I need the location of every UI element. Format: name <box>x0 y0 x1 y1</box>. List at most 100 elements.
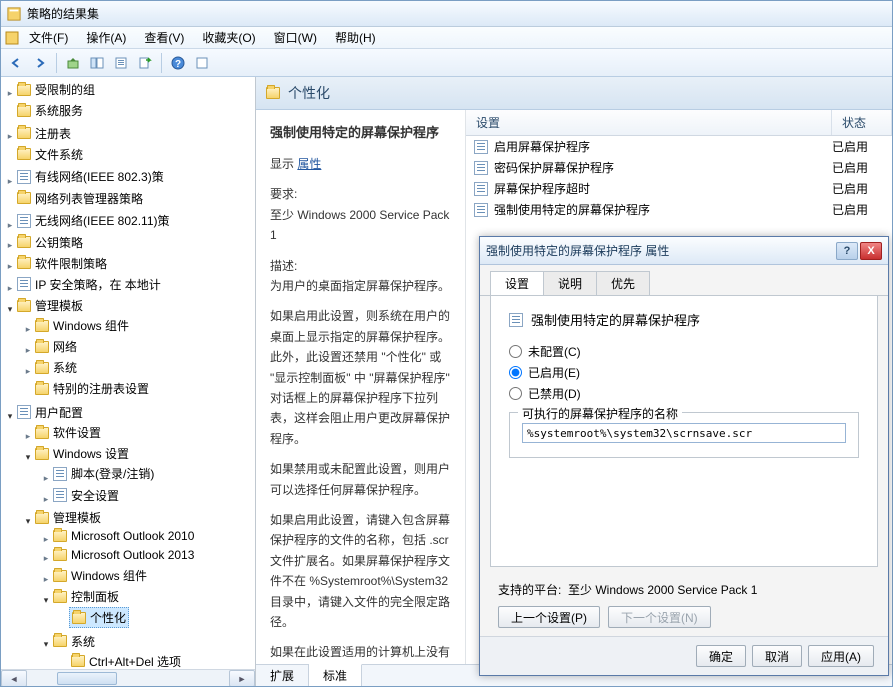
dialog-titlebar[interactable]: 强制使用特定的屏幕保护程序 属性 ? X <box>480 237 888 265</box>
menu-action[interactable]: 操作(A) <box>78 27 134 48</box>
scroll-left-button[interactable]: ◄ <box>1 670 27 686</box>
policy-icon <box>474 140 488 154</box>
dialog-close-button[interactable]: X <box>860 242 882 260</box>
tree-item[interactable]: 管理模板 <box>35 297 83 314</box>
tree-horizontal-scrollbar[interactable]: ◄ ► <box>1 669 255 686</box>
description-p1: 为用户的桌面指定屏幕保护程序。 <box>270 279 450 293</box>
tree-item[interactable]: Microsoft Outlook 2013 <box>71 548 194 562</box>
folder-icon <box>266 87 280 99</box>
refresh-button[interactable] <box>191 52 213 74</box>
tab-standard[interactable]: 标准 <box>309 664 362 686</box>
dialog-footer: 确定 取消 应用(A) <box>480 636 888 675</box>
scroll-right-button[interactable]: ► <box>229 670 255 686</box>
tree-item[interactable]: 系统服务 <box>35 102 83 119</box>
svg-text:?: ? <box>175 59 181 70</box>
back-button[interactable] <box>5 52 27 74</box>
tree-item[interactable]: 注册表 <box>35 125 71 142</box>
menu-favorites[interactable]: 收藏夹(O) <box>194 27 263 48</box>
list-row[interactable]: 密码保护屏幕保护程序已启用 <box>466 157 892 178</box>
export-button[interactable] <box>134 52 156 74</box>
next-setting-button: 下一个设置(N) <box>608 606 711 628</box>
tree-item[interactable]: 有线网络(IEEE 802.3)策 <box>35 168 164 185</box>
requirement-label: 要求: <box>270 187 297 201</box>
up-button[interactable] <box>62 52 84 74</box>
scroll-thumb[interactable] <box>57 672 117 685</box>
policy-icon <box>17 170 31 184</box>
radio-enabled[interactable]: 已启用(E) <box>509 364 859 381</box>
show-hide-tree-button[interactable] <box>86 52 108 74</box>
radio-unconfigured[interactable]: 未配置(C) <box>509 343 859 360</box>
cancel-button[interactable]: 取消 <box>752 645 802 667</box>
policy-icon <box>509 313 523 327</box>
app-icon <box>7 7 21 21</box>
tree-item[interactable]: 安全设置 <box>71 487 119 504</box>
dialog-help-button[interactable]: ? <box>836 242 858 260</box>
tab-explain[interactable]: 说明 <box>543 271 597 295</box>
list-row[interactable]: 强制使用特定的屏幕保护程序已启用 <box>466 199 892 220</box>
tree-item[interactable]: 受限制的组 <box>35 81 95 98</box>
list-row[interactable]: 屏幕保护程序超时已启用 <box>466 178 892 199</box>
toolbar: ? <box>1 49 892 77</box>
tab-precedence[interactable]: 优先 <box>596 271 650 295</box>
setting-title: 强制使用特定的屏幕保护程序 <box>270 122 451 144</box>
dialog-content: 强制使用特定的屏幕保护程序 未配置(C) 已启用(E) 已禁用(D) 可执行的屏… <box>490 296 878 567</box>
requirement-text: 至少 Windows 2000 Service Pack 1 <box>270 208 449 242</box>
properties-link[interactable]: 属性 <box>297 157 321 171</box>
tree-item[interactable]: 脚本(登录/注销) <box>71 465 154 482</box>
tree-item[interactable]: 无线网络(IEEE 802.11)策 <box>35 212 170 229</box>
folder-icon <box>17 84 31 96</box>
tree-item[interactable]: 网络列表管理器策略 <box>35 190 143 207</box>
apply-button[interactable]: 应用(A) <box>808 645 874 667</box>
tree-item[interactable]: 网络 <box>53 338 77 355</box>
tree-panel[interactable]: 受限制的组 系统服务 注册表 文件系统 有线网络(IEEE 802.3)策 网络… <box>1 77 256 686</box>
tab-setting[interactable]: 设置 <box>490 271 544 295</box>
tree-item[interactable]: Ctrl+Alt+Del 选项 <box>89 653 181 670</box>
tree-item[interactable]: Windows 设置 <box>53 445 129 462</box>
description-p3: 如果禁用或未配置此设置，则用户可以选择任何屏幕保护程序。 <box>270 459 451 500</box>
col-status[interactable]: 状态 <box>832 110 892 135</box>
tree-item[interactable]: Windows 组件 <box>71 567 147 584</box>
ok-button[interactable]: 确定 <box>696 645 746 667</box>
dialog-setting-name: 强制使用特定的屏幕保护程序 <box>531 310 700 329</box>
properties-button[interactable] <box>110 52 132 74</box>
tree-item[interactable]: 系统 <box>53 359 77 376</box>
description-label: 描述: <box>270 259 297 273</box>
tree-item[interactable]: 特别的注册表设置 <box>53 380 149 397</box>
dialog-title: 强制使用特定的屏幕保护程序 属性 <box>486 242 834 259</box>
properties-dialog: 强制使用特定的屏幕保护程序 属性 ? X 设置 说明 优先 强制使用特定的屏幕保… <box>479 236 889 676</box>
description-p2: 如果启用此设置，则系统在用户的桌面上显示指定的屏幕保护程序。此外，此设置还禁用 … <box>270 306 451 449</box>
menu-view[interactable]: 查看(V) <box>136 27 192 48</box>
col-setting[interactable]: 设置 <box>466 110 832 135</box>
tree-item-selected[interactable]: 个性化 <box>90 609 126 626</box>
tree-item[interactable]: 用户配置 <box>35 404 83 421</box>
tree-item[interactable]: 文件系统 <box>35 146 83 163</box>
tree-item[interactable]: Microsoft Outlook 2010 <box>71 529 194 543</box>
tree-item[interactable]: 系统 <box>71 633 95 650</box>
tree-item[interactable]: IP 安全策略，在 本地计 <box>35 276 161 293</box>
prev-setting-button[interactable]: 上一个设置(P) <box>498 606 600 628</box>
description-pane: 强制使用特定的屏幕保护程序 显示 属性 要求:至少 Windows 2000 S… <box>256 110 466 664</box>
help-button[interactable]: ? <box>167 52 189 74</box>
dialog-tabs: 设置 说明 优先 <box>480 265 888 296</box>
tree-item[interactable]: 公钥策略 <box>35 234 83 251</box>
system-menu-icon[interactable] <box>5 31 19 45</box>
tab-extended[interactable]: 扩展 <box>256 665 309 686</box>
tree-item[interactable]: 软件限制策略 <box>35 255 107 272</box>
content-header: 个性化 <box>256 77 892 110</box>
menu-file[interactable]: 文件(F) <box>21 27 76 48</box>
list-row[interactable]: 启用屏幕保护程序已启用 <box>466 136 892 157</box>
titlebar: 策略的结果集 <box>1 1 892 27</box>
content-title: 个性化 <box>288 83 330 103</box>
menu-help[interactable]: 帮助(H) <box>327 27 384 48</box>
forward-button[interactable] <box>29 52 51 74</box>
screensaver-path-input[interactable] <box>522 423 846 443</box>
menu-window[interactable]: 窗口(W) <box>266 27 325 48</box>
description-p5: 如果在此设置适用的计算机上没有安装指定的屏幕保护程序，则忽略 <box>270 642 451 664</box>
tree-item[interactable]: 控制面板 <box>71 588 119 605</box>
menubar: 文件(F) 操作(A) 查看(V) 收藏夹(O) 窗口(W) 帮助(H) <box>1 27 892 49</box>
tree-item[interactable]: 管理模板 <box>53 509 101 526</box>
support-info: 支持的平台: 至少 Windows 2000 Service Pack 1 <box>498 581 870 598</box>
radio-disabled[interactable]: 已禁用(D) <box>509 385 859 402</box>
tree-item[interactable]: 软件设置 <box>53 424 101 441</box>
tree-item[interactable]: Windows 组件 <box>53 317 129 334</box>
